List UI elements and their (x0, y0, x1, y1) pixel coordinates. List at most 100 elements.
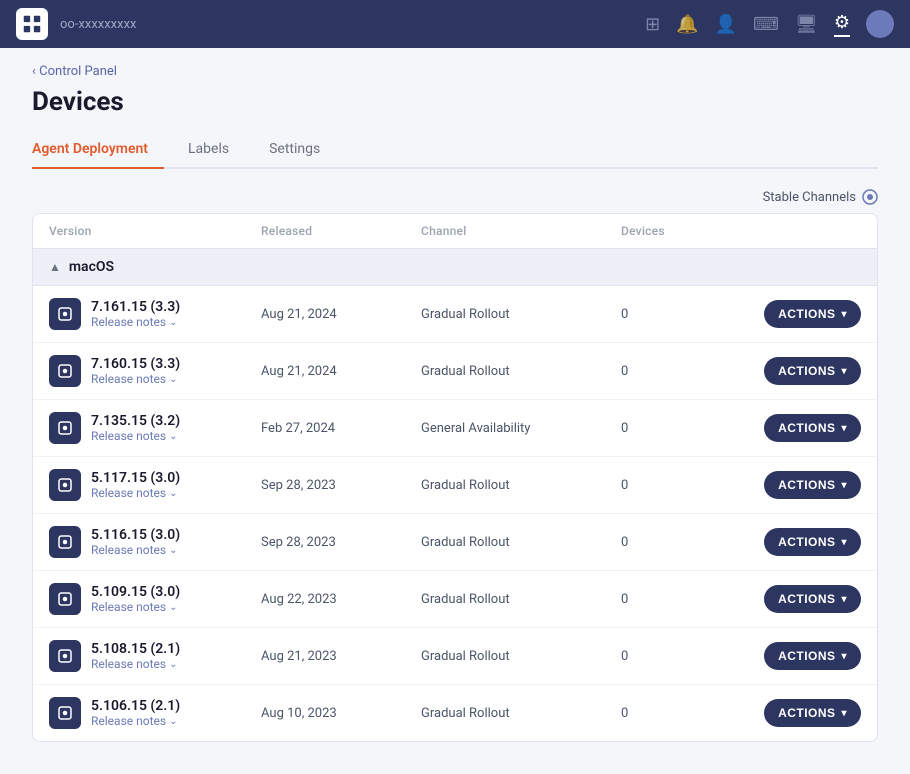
tab-labels[interactable]: Labels (188, 133, 245, 169)
version-cell: 5.108.15 (2.1) Release notes (49, 640, 261, 672)
release-notes-link[interactable]: Release notes (91, 543, 180, 557)
channel-cell: Gradual Rollout (421, 478, 621, 493)
table-row: 5.116.15 (3.0) Release notes Sep 28, 202… (33, 514, 877, 571)
actions-cell: ACTIONS (741, 357, 861, 385)
channel-cell: Gradual Rollout (421, 592, 621, 607)
tab-agent-deployment[interactable]: Agent Deployment (32, 133, 164, 169)
devices-cell: 0 (621, 421, 741, 436)
table-row: 7.161.15 (3.3) Release notes Aug 21, 202… (33, 286, 877, 343)
released-cell: Aug 10, 2023 (261, 706, 421, 721)
table-row: 5.117.15 (3.0) Release notes Sep 28, 202… (33, 457, 877, 514)
grid-nav-icon[interactable]: ⊞ (645, 14, 660, 35)
released-cell: Aug 21, 2023 (261, 649, 421, 664)
actions-cell: ACTIONS (741, 699, 861, 727)
version-info: 5.116.15 (3.0) Release notes (91, 527, 180, 557)
devices-cell: 0 (621, 706, 741, 721)
gear-nav-icon[interactable]: ⚙ (834, 12, 850, 37)
user-avatar[interactable] (866, 10, 894, 38)
version-info: 5.108.15 (2.1) Release notes (91, 641, 180, 671)
devices-cell: 0 (621, 649, 741, 664)
version-cell: 7.161.15 (3.3) Release notes (49, 298, 261, 330)
version-number: 7.161.15 (3.3) (91, 299, 180, 315)
actions-button[interactable]: ACTIONS (764, 585, 861, 613)
tab-bar: Agent Deployment Labels Settings (32, 133, 878, 169)
version-icon (49, 469, 81, 501)
actions-button[interactable]: ACTIONS (764, 642, 861, 670)
group-chevron-icon: ▲ (49, 260, 61, 274)
tab-settings[interactable]: Settings (269, 133, 336, 169)
version-cell: 5.109.15 (3.0) Release notes (49, 583, 261, 615)
app-name: oo-xxxxxxxxx (60, 17, 633, 32)
channel-cell: General Availability (421, 421, 621, 436)
version-info: 7.135.15 (3.2) Release notes (91, 413, 180, 443)
actions-button[interactable]: ACTIONS (764, 528, 861, 556)
actions-button[interactable]: ACTIONS (764, 357, 861, 385)
version-number: 7.135.15 (3.2) (91, 413, 180, 429)
monitor-nav-icon[interactable]: 🖥 (795, 14, 818, 35)
page-title: Devices (32, 87, 878, 117)
nav-icons: ⊞ 🔔 👤 ⌨ 🖥 ⚙ (645, 10, 894, 38)
actions-cell: ACTIONS (741, 585, 861, 613)
table-header: Version Released Channel Devices (33, 214, 877, 249)
released-cell: Feb 27, 2024 (261, 421, 421, 436)
version-number: 7.160.15 (3.3) (91, 356, 180, 372)
table-row: 7.160.15 (3.3) Release notes Aug 21, 202… (33, 343, 877, 400)
group-label: macOS (69, 259, 114, 275)
main-content: Control Panel Devices Agent Deployment L… (0, 48, 910, 774)
stable-channels-button[interactable]: Stable Channels (763, 189, 878, 205)
actions-cell: ACTIONS (741, 471, 861, 499)
actions-button[interactable]: ACTIONS (764, 471, 861, 499)
channel-cell: Gradual Rollout (421, 706, 621, 721)
release-notes-link[interactable]: Release notes (91, 429, 180, 443)
table-row: 7.135.15 (3.2) Release notes Feb 27, 202… (33, 400, 877, 457)
version-cell: 5.116.15 (3.0) Release notes (49, 526, 261, 558)
version-icon (49, 640, 81, 672)
release-notes-link[interactable]: Release notes (91, 372, 180, 386)
actions-cell: ACTIONS (741, 528, 861, 556)
actions-cell: ACTIONS (741, 300, 861, 328)
stable-channels-label: Stable Channels (763, 190, 856, 205)
version-cell: 7.135.15 (3.2) Release notes (49, 412, 261, 444)
actions-cell: ACTIONS (741, 414, 861, 442)
stable-channels-bar: Stable Channels (32, 189, 878, 205)
actions-button[interactable]: ACTIONS (764, 300, 861, 328)
version-number: 5.116.15 (3.0) (91, 527, 180, 543)
terminal-nav-icon[interactable]: ⌨ (753, 14, 779, 35)
release-notes-link[interactable]: Release notes (91, 600, 180, 614)
version-info: 7.161.15 (3.3) Release notes (91, 299, 180, 329)
actions-button[interactable]: ACTIONS (764, 699, 861, 727)
version-cell: 5.117.15 (3.0) Release notes (49, 469, 261, 501)
channel-cell: Gradual Rollout (421, 364, 621, 379)
actions-button[interactable]: ACTIONS (764, 414, 861, 442)
released-cell: Sep 28, 2023 (261, 535, 421, 550)
channel-cell: Gradual Rollout (421, 307, 621, 322)
version-info: 5.106.15 (2.1) Release notes (91, 698, 180, 728)
actions-cell: ACTIONS (741, 642, 861, 670)
devices-cell: 0 (621, 478, 741, 493)
table-row: 5.108.15 (2.1) Release notes Aug 21, 202… (33, 628, 877, 685)
column-version: Version (49, 224, 261, 238)
app-logo (16, 8, 48, 40)
top-navigation: oo-xxxxxxxxx ⊞ 🔔 👤 ⌨ 🖥 ⚙ (0, 0, 910, 48)
bell-nav-icon[interactable]: 🔔 (676, 14, 698, 35)
version-icon (49, 697, 81, 729)
macos-group-header[interactable]: ▲ macOS (33, 249, 877, 286)
column-devices: Devices (621, 224, 741, 238)
release-notes-link[interactable]: Release notes (91, 315, 180, 329)
version-number: 5.108.15 (2.1) (91, 641, 180, 657)
version-icon (49, 298, 81, 330)
channel-cell: Gradual Rollout (421, 649, 621, 664)
channel-cell: Gradual Rollout (421, 535, 621, 550)
release-notes-link[interactable]: Release notes (91, 486, 180, 500)
version-cell: 5.106.15 (2.1) Release notes (49, 697, 261, 729)
column-channel: Channel (421, 224, 621, 238)
breadcrumb[interactable]: Control Panel (32, 64, 878, 79)
devices-cell: 0 (621, 364, 741, 379)
release-notes-link[interactable]: Release notes (91, 657, 180, 671)
version-info: 7.160.15 (3.3) Release notes (91, 356, 180, 386)
version-icon (49, 355, 81, 387)
user-nav-icon[interactable]: 👤 (715, 14, 737, 35)
version-info: 5.109.15 (3.0) Release notes (91, 584, 180, 614)
release-notes-link[interactable]: Release notes (91, 714, 180, 728)
column-released: Released (261, 224, 421, 238)
